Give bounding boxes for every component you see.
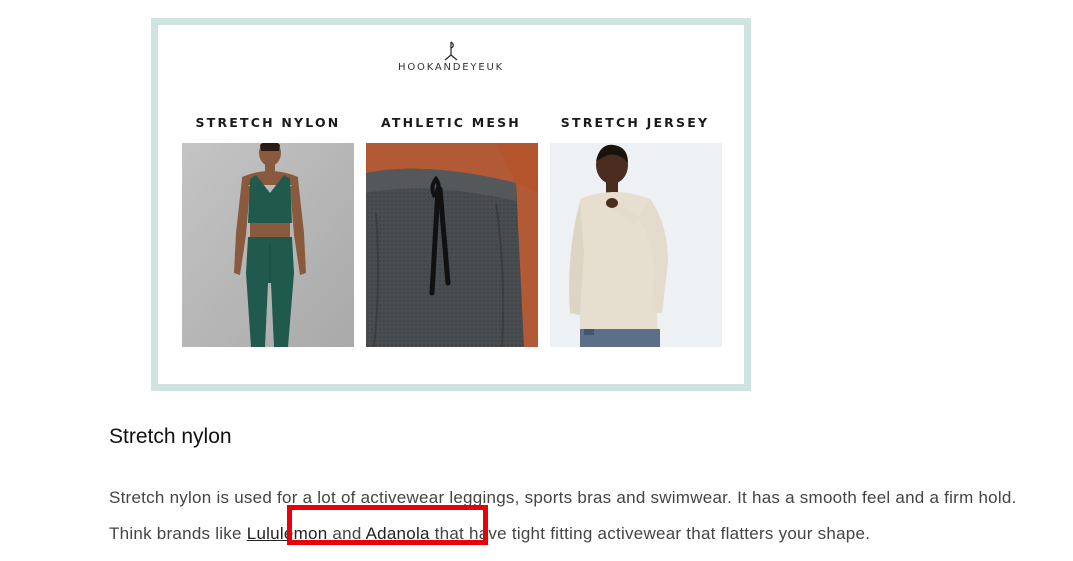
label-stretch-jersey: STRETCH JERSEY — [560, 115, 710, 130]
adanola-link[interactable]: Adanola — [366, 524, 430, 543]
brand-logo: HOOKANDEYEUK — [158, 41, 744, 73]
fabric-comparison-image: HOOKANDEYEUK STRETCH NYLON ATHLETIC MESH… — [151, 18, 751, 391]
section-heading: Stretch nylon — [109, 425, 232, 448]
logo-text: HOOKANDEYEUK — [398, 62, 504, 73]
label-stretch-nylon: STRETCH NYLON — [195, 115, 341, 130]
article-paragraph: Stretch nylon is used for a lot of activ… — [109, 480, 1039, 552]
label-athletic-mesh: ATHLETIC MESH — [381, 115, 521, 130]
stretch-jersey-photo — [550, 143, 722, 347]
paragraph-text-end: that have tight fitting activewear that … — [429, 524, 871, 543]
hook-logo-icon — [444, 41, 458, 61]
paragraph-text-and: and — [327, 524, 366, 543]
lululemon-link[interactable]: Lululemon — [247, 524, 328, 543]
stretch-nylon-photo — [182, 143, 354, 347]
athletic-mesh-photo — [366, 143, 538, 347]
